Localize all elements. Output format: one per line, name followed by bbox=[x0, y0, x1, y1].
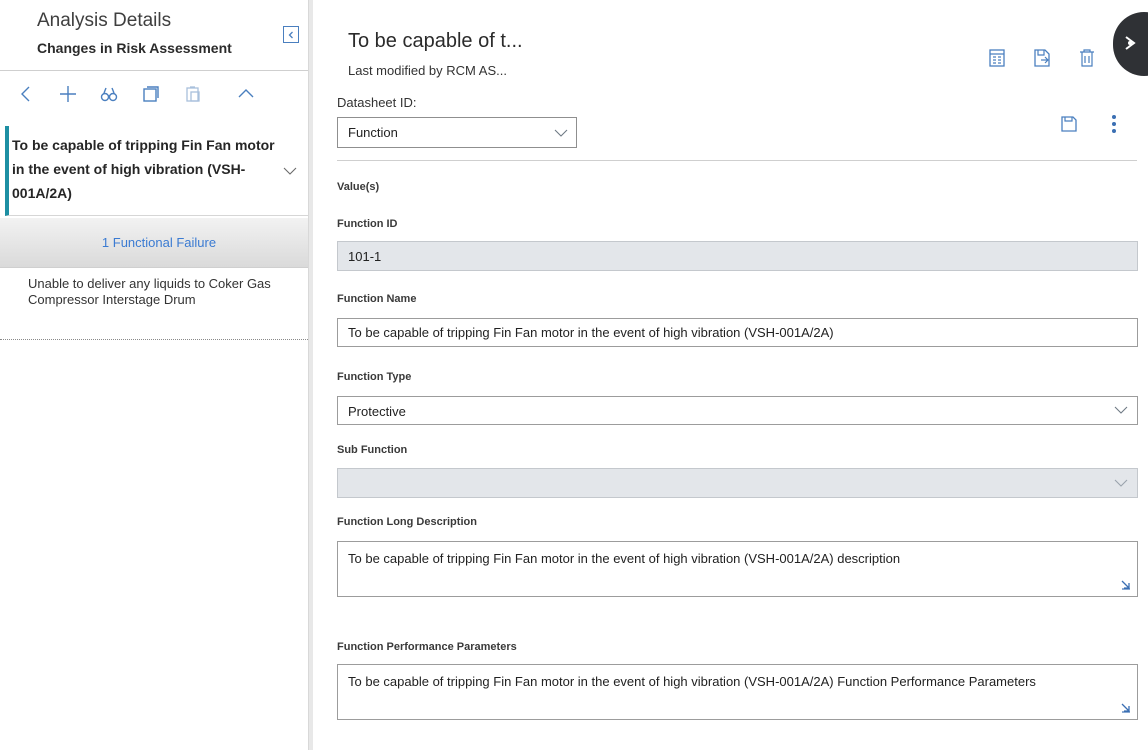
function-id-label: Function ID bbox=[337, 218, 398, 230]
report-icon[interactable] bbox=[988, 48, 1006, 68]
side-panel-toggle-button[interactable] bbox=[1113, 12, 1148, 76]
sub-function-label: Sub Function bbox=[337, 444, 408, 456]
function-id-field: 101-1 bbox=[337, 241, 1138, 271]
collapse-panel-button[interactable] bbox=[283, 26, 299, 43]
datasheet-label: Datasheet ID: bbox=[337, 95, 417, 110]
long-description-value: To be capable of tripping Fin Fan motor … bbox=[348, 551, 901, 566]
function-name-input[interactable]: To be capable of tripping Fin Fan motor … bbox=[337, 318, 1138, 347]
function-type-label: Function Type bbox=[337, 371, 412, 383]
function-name-value: To be capable of tripping Fin Fan motor … bbox=[348, 325, 834, 340]
performance-parameters-label: Function Performance Parameters bbox=[337, 641, 517, 653]
performance-parameters-textarea[interactable]: To be capable of tripping Fin Fan motor … bbox=[337, 664, 1138, 720]
save-as-icon[interactable] bbox=[1033, 48, 1051, 68]
panel-subtitle: Changes in Risk Assessment bbox=[37, 40, 232, 56]
long-description-textarea[interactable]: To be capable of tripping Fin Fan motor … bbox=[337, 541, 1138, 597]
search-binoculars-icon[interactable] bbox=[99, 84, 119, 104]
expand-icon[interactable] bbox=[1121, 703, 1131, 713]
function-type-select[interactable]: Protective bbox=[337, 396, 1138, 425]
chevron-down-icon bbox=[1114, 406, 1128, 414]
chevron-left-icon bbox=[288, 31, 293, 38]
panel-divider bbox=[0, 70, 308, 71]
datasheet-area: To be capable of t... Last modified by R… bbox=[313, 0, 1148, 750]
record-title: To be capable of t... bbox=[348, 30, 523, 52]
function-item-label: To be capable of tripping Fin Fan motor … bbox=[12, 137, 275, 201]
functional-failure-item[interactable]: Unable to deliver any liquids to Coker G… bbox=[0, 268, 308, 340]
function-type-value: Protective bbox=[348, 404, 406, 419]
tree-toolbar bbox=[0, 78, 308, 112]
panel-toggle-icon bbox=[1125, 36, 1136, 50]
functional-failure-label: Unable to deliver any liquids to Coker G… bbox=[28, 276, 271, 307]
chevron-down-icon[interactable] bbox=[283, 164, 297, 178]
save-icon[interactable] bbox=[1060, 115, 1078, 133]
long-description-label: Function Long Description bbox=[337, 516, 477, 528]
delete-icon[interactable] bbox=[1078, 48, 1096, 68]
datasheet-select[interactable]: Function bbox=[337, 117, 577, 148]
function-name-label: Function Name bbox=[337, 293, 417, 305]
sub-function-select bbox=[337, 468, 1138, 498]
record-last-modified: Last modified by RCM AS... bbox=[348, 63, 507, 78]
expand-icon[interactable] bbox=[1121, 580, 1131, 590]
values-section-label: Value(s) bbox=[337, 181, 380, 193]
panel-title: Analysis Details bbox=[37, 10, 172, 31]
functional-failure-header[interactable]: 1 Functional Failure bbox=[0, 218, 308, 268]
performance-parameters-value: To be capable of tripping Fin Fan motor … bbox=[348, 674, 1036, 689]
back-icon[interactable] bbox=[17, 84, 37, 104]
chevron-down-icon bbox=[1114, 479, 1128, 487]
collapse-up-icon[interactable] bbox=[236, 84, 256, 104]
header-divider bbox=[337, 160, 1137, 161]
analysis-details-panel: Analysis Details Changes in Risk Assessm… bbox=[0, 0, 308, 750]
paste-icon[interactable] bbox=[183, 84, 203, 104]
add-icon[interactable] bbox=[58, 84, 78, 104]
functional-failure-count: 1 Functional Failure bbox=[101, 235, 217, 250]
chevron-down-icon bbox=[554, 129, 568, 137]
copy-icon[interactable] bbox=[141, 84, 161, 104]
function-id-value: 101-1 bbox=[348, 249, 382, 264]
selected-function-item[interactable]: To be capable of tripping Fin Fan motor … bbox=[5, 126, 308, 216]
more-options-icon[interactable] bbox=[1110, 113, 1118, 135]
datasheet-selected-value: Function bbox=[348, 125, 398, 140]
